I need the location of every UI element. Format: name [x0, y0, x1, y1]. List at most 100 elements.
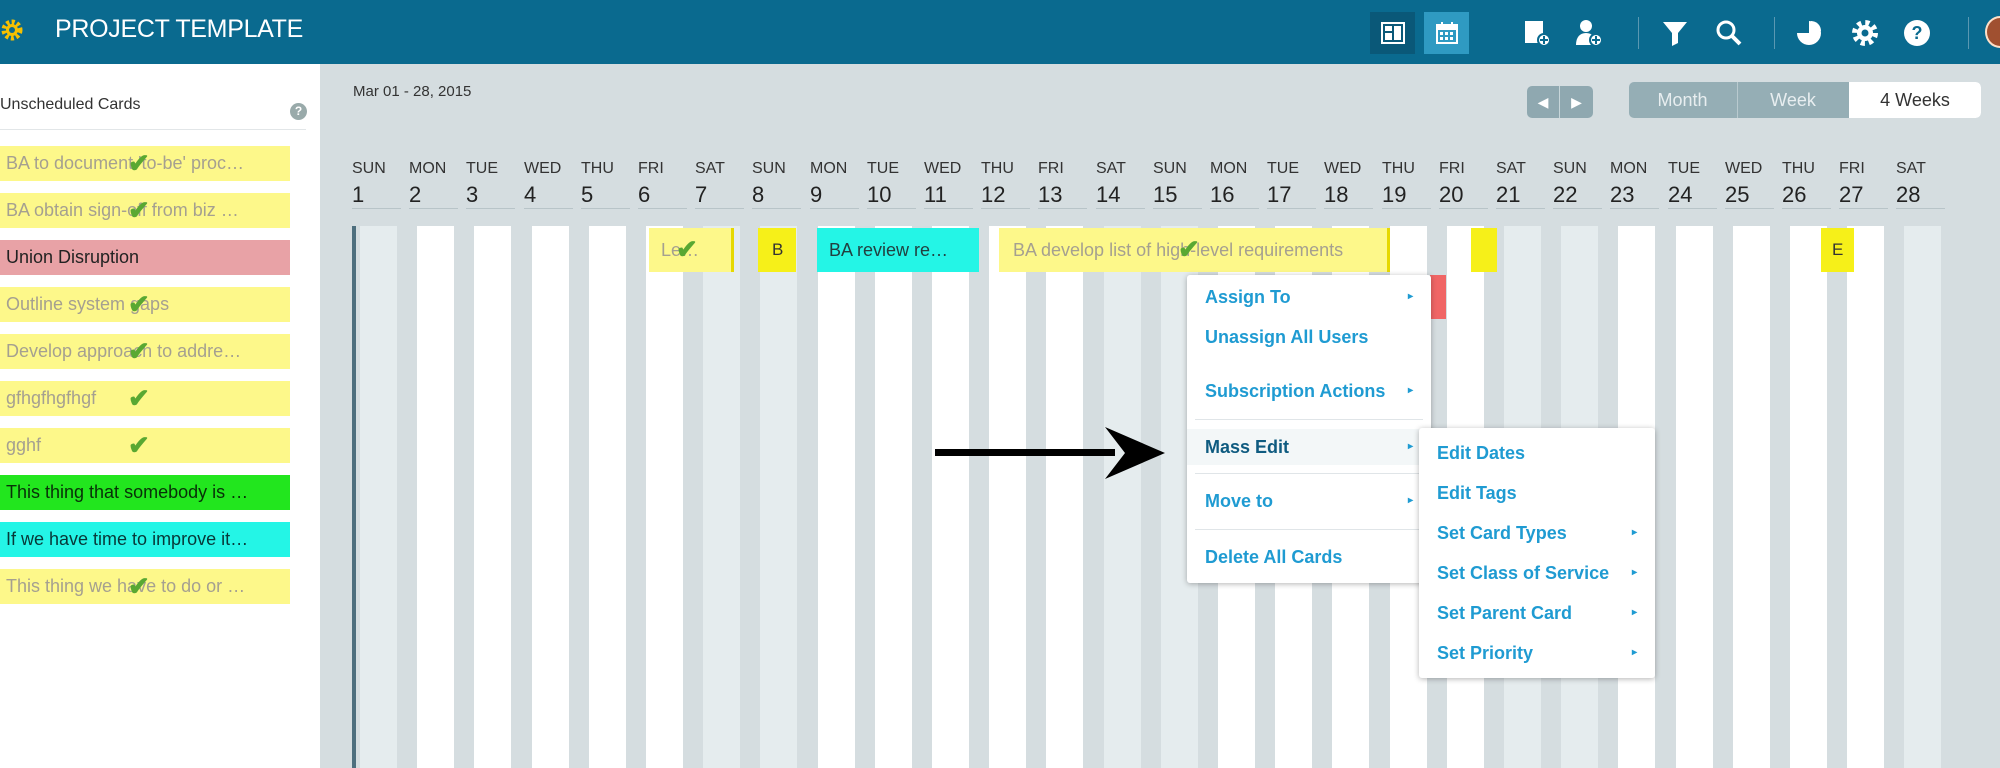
- check-icon: ✔: [128, 289, 150, 319]
- day-number-label: 17: [1267, 182, 1292, 207]
- day-column[interactable]: [932, 226, 969, 768]
- user-avatar[interactable]: [1985, 16, 2000, 48]
- day-of-week-label: FRI: [1839, 160, 1865, 177]
- menu-item-assign-to[interactable]: Assign To ▸: [1187, 281, 1431, 313]
- day-column[interactable]: [1847, 226, 1884, 768]
- day-column[interactable]: [532, 226, 569, 768]
- submenu-item-edit-dates[interactable]: Edit Dates: [1419, 437, 1655, 469]
- toolbar-divider: [1638, 17, 1639, 49]
- day-header-underline: [1896, 208, 1945, 209]
- day-column[interactable]: [1104, 226, 1141, 768]
- calendar-card[interactable]: B: [758, 228, 796, 272]
- previous-arrow-icon[interactable]: ◀: [1527, 86, 1560, 118]
- day-of-week-label: MON: [409, 160, 447, 177]
- day-header-underline: [752, 208, 801, 209]
- day-column[interactable]: [1733, 226, 1770, 768]
- menu-item-label: Mass Edit: [1205, 437, 1290, 457]
- calendar-card[interactable]: BA review re…: [817, 228, 979, 272]
- submenu-item-set-card-types[interactable]: Set Card Types ▸: [1419, 517, 1655, 549]
- day-header-underline: [409, 208, 458, 209]
- day-header-underline: [581, 208, 630, 209]
- today-marker: [352, 226, 356, 768]
- day-column[interactable]: [989, 226, 1026, 768]
- help-icon[interactable]: ?: [290, 103, 307, 120]
- day-number-label: 26: [1782, 182, 1807, 207]
- day-column[interactable]: [360, 226, 397, 768]
- next-arrow-icon[interactable]: ▶: [1560, 86, 1593, 118]
- submenu-item-set-priority[interactable]: Set Priority ▸: [1419, 637, 1655, 669]
- check-icon: ✔: [128, 430, 150, 460]
- day-number-label: 7: [695, 182, 708, 207]
- day-of-week-label: SAT: [695, 160, 725, 177]
- day-column[interactable]: [1046, 226, 1083, 768]
- day-header-underline: [1839, 208, 1888, 209]
- day-number-label: 2: [409, 182, 422, 207]
- day-column[interactable]: [703, 226, 740, 768]
- day-column[interactable]: [760, 226, 797, 768]
- gear-logo-icon[interactable]: [0, 18, 24, 42]
- calendar-card[interactable]: E: [1821, 228, 1854, 272]
- day-header-underline: [1153, 208, 1202, 209]
- unscheduled-card[interactable]: This thing that somebody is …: [0, 475, 290, 510]
- day-column[interactable]: [646, 226, 683, 768]
- filter-icon[interactable]: [1658, 16, 1692, 50]
- day-column[interactable]: [818, 226, 855, 768]
- day-column[interactable]: [417, 226, 454, 768]
- day-column[interactable]: [589, 226, 626, 768]
- day-column[interactable]: [1676, 226, 1713, 768]
- day-header-underline: [695, 208, 744, 209]
- search-icon[interactable]: [1712, 16, 1746, 50]
- menu-item-subscription-actions[interactable]: Subscription Actions ▸: [1187, 375, 1431, 407]
- analytics-icon[interactable]: [1792, 16, 1826, 50]
- day-number-label: 3: [466, 182, 479, 207]
- date-navigation: ◀ ▶: [1527, 86, 1593, 118]
- calendar-view-button[interactable]: [1424, 12, 1469, 54]
- top-bar: PROJECT TEMPLATE ?: [0, 0, 2000, 64]
- menu-divider: [1195, 473, 1423, 474]
- day-number-label: 12: [981, 182, 1006, 207]
- calendar-card[interactable]: [1471, 228, 1497, 272]
- submenu-item-edit-tags[interactable]: Edit Tags: [1419, 477, 1655, 509]
- menu-item-move-to[interactable]: Move to ▸: [1187, 485, 1431, 517]
- day-of-week-label: THU: [1382, 160, 1415, 177]
- day-column[interactable]: [1790, 226, 1827, 768]
- day-column[interactable]: [474, 226, 511, 768]
- day-of-week-label: THU: [581, 160, 614, 177]
- menu-divider: [1195, 529, 1423, 530]
- unscheduled-card[interactable]: If we have time to improve it…: [0, 522, 290, 557]
- board-view-button[interactable]: [1370, 12, 1415, 54]
- day-header-underline: [810, 208, 859, 209]
- day-header-underline: [1096, 208, 1145, 209]
- unscheduled-card[interactable]: Union Disruption: [0, 240, 290, 275]
- day-column[interactable]: [875, 226, 912, 768]
- day-of-week-label: FRI: [1439, 160, 1465, 177]
- day-header-underline: [1439, 208, 1488, 209]
- day-column[interactable]: [1904, 226, 1941, 768]
- day-number-label: 9: [810, 182, 823, 207]
- menu-item-delete-all-cards[interactable]: Delete All Cards: [1187, 541, 1431, 573]
- day-of-week-label: FRI: [638, 160, 664, 177]
- submenu-arrow-icon: ▸: [1631, 607, 1637, 618]
- submenu-arrow-icon: ▸: [1631, 647, 1637, 658]
- week-view-tab[interactable]: Week: [1737, 82, 1848, 118]
- calendar-card-label: B: [772, 240, 784, 259]
- help-icon[interactable]: ?: [1900, 16, 1934, 50]
- settings-gear-icon[interactable]: [1848, 16, 1882, 50]
- day-of-week-label: SAT: [1496, 160, 1526, 177]
- card-title: Union Disruption: [6, 247, 140, 267]
- add-card-icon[interactable]: [1520, 16, 1554, 50]
- check-icon: ✔: [1178, 234, 1200, 264]
- add-user-icon[interactable]: [1572, 16, 1606, 50]
- board-title[interactable]: PROJECT TEMPLATE: [55, 15, 303, 44]
- submenu-item-set-class-of-service[interactable]: Set Class of Service ▸: [1419, 557, 1655, 589]
- menu-item-mass-edit[interactable]: Mass Edit ▸: [1187, 429, 1431, 465]
- four-weeks-view-tab[interactable]: 4 Weeks: [1849, 82, 1981, 118]
- check-icon: ✔: [128, 195, 150, 225]
- day-of-week-label: TUE: [867, 160, 899, 177]
- submenu-item-set-parent-card[interactable]: Set Parent Card ▸: [1419, 597, 1655, 629]
- calendar-card-label: BA review re…: [829, 240, 949, 260]
- submenu-arrow-icon: ▸: [1407, 291, 1413, 302]
- menu-item-unassign-all-users[interactable]: Unassign All Users: [1187, 321, 1431, 353]
- day-of-week-label: SUN: [352, 160, 386, 177]
- month-view-tab[interactable]: Month: [1629, 82, 1736, 118]
